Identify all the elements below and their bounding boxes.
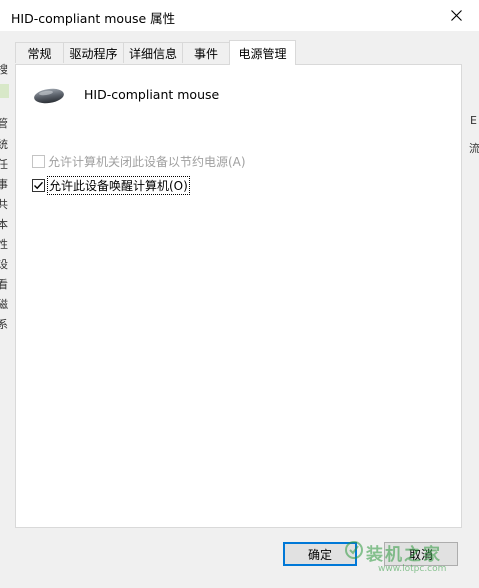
allow-power-off-checkbox — [32, 155, 45, 168]
background-text: 管 — [0, 117, 8, 130]
tab-details[interactable]: 详细信息 — [123, 42, 183, 63]
close-button[interactable] — [433, 0, 479, 31]
background-toolbar-icon — [0, 84, 9, 98]
background-window-left-edge: 搜 管 统 任 事 共 本 性 设 看 磁 系 — [0, 31, 9, 588]
background-text: 看 — [0, 278, 8, 291]
tab-strip: 常规 驱动程序 详细信息 事件 电源管理 — [15, 40, 465, 65]
background-text: 磁 — [0, 298, 8, 311]
ok-button-label: 确定 — [307, 547, 332, 562]
tab-driver[interactable]: 驱动程序 — [63, 42, 124, 63]
tab-panel-power-management: HID-compliant mouse 允许计算机关闭此设备以节约电源(A) 允… — [15, 64, 462, 528]
allow-wake-option[interactable]: 允许此设备唤醒计算机(O) — [32, 176, 190, 195]
allow-wake-checkbox[interactable] — [32, 179, 45, 192]
ok-button[interactable]: 确定 — [283, 542, 357, 566]
title-bar: HID-compliant mouse 属性 — [0, 0, 479, 31]
tab-events[interactable]: 事件 — [182, 42, 230, 63]
tab-power-management[interactable]: 电源管理 — [229, 40, 296, 65]
tab-general[interactable]: 常规 — [15, 42, 64, 63]
background-text: 本 — [0, 218, 8, 231]
tab-label: 电源管理 — [238, 46, 287, 61]
background-window-right-edge: E 流 — [467, 110, 479, 190]
mouse-icon — [34, 88, 64, 104]
background-text: 设 — [0, 258, 8, 271]
tab-label: 详细信息 — [128, 46, 177, 61]
tab-label: 事件 — [193, 46, 218, 61]
background-text: 性 — [0, 238, 8, 251]
close-icon — [450, 10, 462, 21]
background-text: 统 — [0, 138, 8, 151]
allow-wake-label[interactable]: 允许此设备唤醒计算机(O) — [47, 176, 190, 195]
background-text: 任 — [0, 158, 8, 171]
allow-power-off-option: 允许计算机关闭此设备以节约电源(A) — [32, 153, 246, 170]
cancel-button[interactable]: 取消 — [384, 542, 458, 566]
checkmark-icon — [34, 181, 44, 190]
tab-label: 常规 — [27, 46, 52, 61]
background-text: 事 — [0, 178, 8, 191]
background-text: 系 — [0, 318, 8, 331]
window-title: HID-compliant mouse 属性 — [11, 11, 176, 26]
background-text: 共 — [0, 198, 8, 211]
allow-power-off-label: 允许计算机关闭此设备以节约电源(A) — [48, 155, 246, 169]
background-text: 流 — [469, 142, 479, 155]
device-name: HID-compliant mouse — [84, 87, 220, 102]
background-text: E — [470, 114, 477, 127]
background-text: 搜 — [0, 63, 8, 76]
cancel-button-label: 取消 — [408, 547, 433, 562]
tab-label: 驱动程序 — [69, 46, 118, 61]
